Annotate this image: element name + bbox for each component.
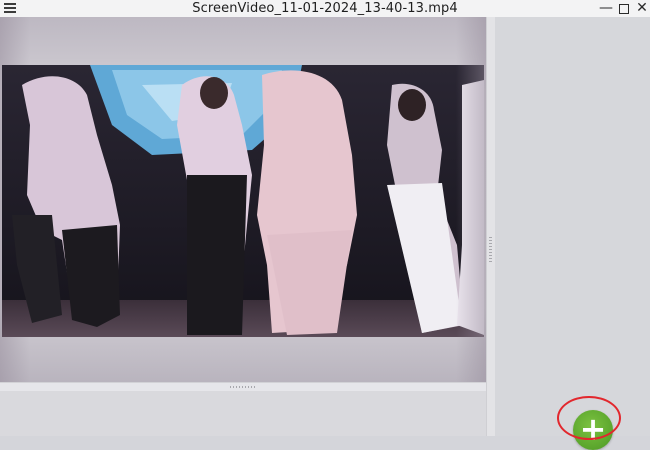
video-frame[interactable] [2, 65, 484, 337]
video-still [2, 65, 484, 337]
title-bar: ScreenVideo_11-01-2024_13-40-13.mp4 — ✕ [0, 0, 650, 18]
maximize-button[interactable] [614, 0, 634, 17]
maximize-icon [619, 4, 629, 14]
close-icon: ✕ [636, 0, 648, 16]
plus-icon: + [579, 410, 607, 448]
window-title: ScreenVideo_11-01-2024_13-40-13.mp4 [192, 1, 458, 16]
minimize-button[interactable]: — [596, 0, 616, 17]
minimize-icon: — [599, 0, 613, 16]
add-button[interactable]: + [573, 410, 613, 450]
timeline-area[interactable] [0, 391, 486, 436]
splitter-grip-icon [489, 237, 492, 263]
splitter-grip-icon [230, 386, 256, 388]
side-panel [495, 17, 650, 436]
video-preview-area [0, 17, 486, 382]
close-button[interactable]: ✕ [632, 0, 650, 17]
